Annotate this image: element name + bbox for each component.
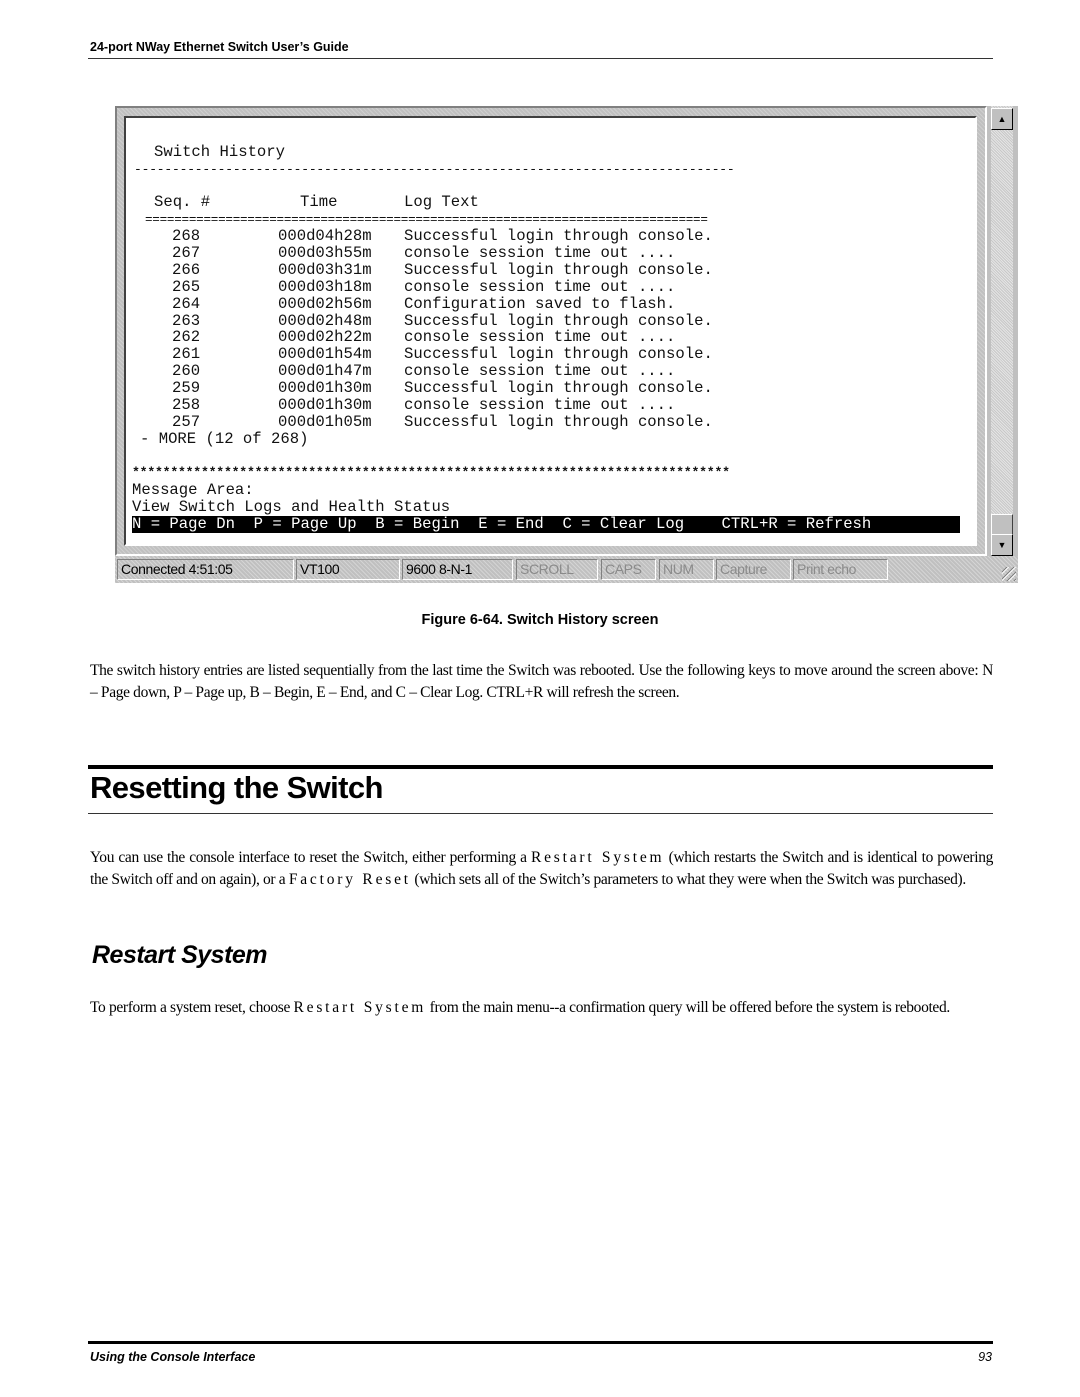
log-text: Successful login through console. <box>404 260 713 279</box>
log-time: 000d03h31m <box>278 260 372 279</box>
status-caps: CAPS <box>601 559 656 580</box>
term-factory-reset: Factory Reset <box>288 870 411 888</box>
scroll-up-button[interactable]: ▲ <box>991 108 1013 130</box>
message-text: View Switch Logs and Health Status <box>132 498 451 516</box>
status-print-echo: Print echo <box>793 559 888 580</box>
log-text: Successful login through console. <box>404 345 713 364</box>
section-rule-top <box>88 765 993 769</box>
log-text: Successful login through console. <box>404 311 713 330</box>
resize-grip-icon[interactable] <box>1002 567 1016 581</box>
key-command-bar: N = Page Dn P = Page Up B = Begin E = En… <box>132 516 960 533</box>
vertical-scrollbar[interactable]: ▲ ▼ <box>991 106 1013 556</box>
arrow-up-icon: ▲ <box>997 113 1007 124</box>
log-time: 000d01h05m <box>278 412 372 431</box>
more-indicator: - MORE (12 of 268) <box>140 430 309 448</box>
figure-caption: Figure 6-64. Switch History screen <box>421 612 659 628</box>
page-number: 93 <box>978 1350 992 1364</box>
section-rule-bottom <box>88 813 993 814</box>
screen-title: Switch History <box>154 143 286 161</box>
column-header-seq: Seq. # <box>154 193 211 211</box>
terminal-window: Switch History -------------------------… <box>115 106 1018 583</box>
status-emulation: VT100 <box>296 559 400 580</box>
section-paragraph: You can use the console interface to res… <box>90 847 993 890</box>
scroll-thumb[interactable] <box>991 514 1013 536</box>
log-seq: 263 <box>172 311 201 330</box>
log-text: Successful login through console. <box>404 412 713 431</box>
status-num: NUM <box>659 559 714 580</box>
log-seq: 258 <box>172 396 201 414</box>
log-seq: 267 <box>172 243 201 262</box>
log-seq: 264 <box>172 294 201 313</box>
terminal-screen-frame: Switch History -------------------------… <box>124 116 977 546</box>
column-header-log: Log Text <box>404 193 479 211</box>
section-heading: Resetting the Switch <box>90 770 383 805</box>
title-rule: ----------------------------------------… <box>134 162 735 177</box>
terminal-frame: Switch History -------------------------… <box>115 106 987 556</box>
running-header: 24-port NWay Ethernet Switch User’s Guid… <box>90 40 349 54</box>
term-restart-system: Restart System <box>530 849 665 866</box>
text: from the main menu--a confirmation query… <box>426 999 951 1016</box>
intro-paragraph: The switch history entries are listed se… <box>90 662 993 701</box>
status-port-settings: 9600 8-N-1 <box>402 559 513 580</box>
log-time: 000d01h47m <box>278 362 372 381</box>
log-text: console session time out .... <box>404 328 676 347</box>
log-text: console session time out .... <box>404 362 676 381</box>
log-time: 000d03h55m <box>278 243 372 262</box>
log-seq: 260 <box>172 362 201 381</box>
arrow-down-icon: ▼ <box>997 539 1007 550</box>
log-seq: 265 <box>172 277 201 296</box>
log-seq: 262 <box>172 328 201 347</box>
footer-chapter: Using the Console Interface <box>90 1350 256 1364</box>
text: To perform a system reset, choose <box>90 999 294 1016</box>
terminal-screen: Switch History -------------------------… <box>126 118 975 544</box>
log-time: 000d01h54m <box>278 345 372 364</box>
log-time: 000d04h28m <box>278 227 372 245</box>
status-capture: Capture <box>716 559 791 580</box>
subsection-paragraph: To perform a system reset, choose Restar… <box>90 997 993 1019</box>
log-text: Successful login through console. <box>404 379 713 398</box>
log-time: 000d02h48m <box>278 311 372 330</box>
log-seq: 268 <box>172 227 201 245</box>
log-seq: 261 <box>172 345 201 364</box>
log-text: console session time out .... <box>404 277 676 296</box>
log-seq: 266 <box>172 260 201 279</box>
subsection-heading: Restart System <box>92 941 268 969</box>
column-header-time: Time <box>300 193 338 211</box>
term-restart-system: Restart System <box>293 999 427 1016</box>
scroll-down-button[interactable]: ▼ <box>991 534 1013 556</box>
log-time: 000d02h22m <box>278 328 372 347</box>
log-time: 000d01h30m <box>278 379 372 398</box>
log-text: Configuration saved to flash. <box>404 294 676 313</box>
log-seq: 257 <box>172 412 201 431</box>
log-time: 000d01h30m <box>278 396 372 414</box>
message-area-label: Message Area: <box>132 481 254 499</box>
status-bar: Connected 4:51:05 VT100 9600 8-N-1 SCROL… <box>115 556 1018 583</box>
log-text: console session time out .... <box>404 243 676 262</box>
star-rule: ****************************************… <box>132 465 730 480</box>
text: (which sets all of the Switch’s paramete… <box>410 870 966 888</box>
text: You can use the console interface to res… <box>90 849 531 866</box>
status-connected: Connected 4:51:05 <box>117 559 294 580</box>
log-seq: 259 <box>172 379 201 398</box>
log-time: 000d02h56m <box>278 294 372 313</box>
log-text: console session time out .... <box>404 396 676 414</box>
status-scroll: SCROLL <box>516 559 598 580</box>
header-rule <box>88 58 993 59</box>
footer-rule <box>88 1341 993 1344</box>
log-time: 000d03h18m <box>278 277 372 296</box>
log-text: Successful login through console. <box>404 227 713 245</box>
